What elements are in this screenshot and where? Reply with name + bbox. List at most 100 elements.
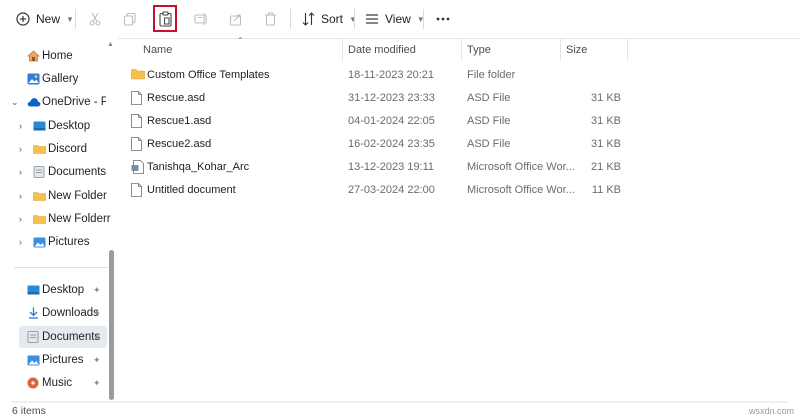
- view-list-icon: [366, 14, 378, 24]
- toolbar-divider: [423, 9, 424, 29]
- sidebar-item-label: Gallery: [42, 73, 79, 85]
- folder-icon: [33, 191, 46, 201]
- file-name: Custom Office Templates: [147, 69, 270, 81]
- sidebar-item-home[interactable]: Home: [0, 45, 108, 67]
- copy-button[interactable]: [123, 6, 137, 32]
- horizontal-scrollbar[interactable]: [12, 401, 788, 403]
- column-header-date[interactable]: Date modified: [348, 44, 416, 56]
- file-name: Rescue.asd: [147, 92, 206, 104]
- sidebar-item-label: Home: [42, 50, 73, 62]
- scroll-up-arrow-icon[interactable]: ▲: [107, 41, 114, 48]
- sidebar-item-desktop[interactable]: › Desktop: [0, 115, 108, 137]
- more-options-button[interactable]: [436, 6, 450, 32]
- pin-icon[interactable]: ✦: [93, 308, 101, 319]
- pictures-icon: [33, 237, 46, 248]
- home-icon: [27, 50, 40, 62]
- file-row[interactable]: Tanishqa_Kohar_Arc 13-12-2023 19:11 Micr…: [128, 156, 628, 179]
- sort-icon: [302, 12, 315, 26]
- chevron-right-icon[interactable]: ›: [19, 191, 22, 201]
- file-name: Rescue1.asd: [147, 115, 212, 127]
- column-divider[interactable]: [560, 39, 561, 61]
- file-date: 18-11-2023 20:21: [348, 69, 435, 81]
- file-size: 31 KB: [591, 92, 621, 104]
- music-icon: [27, 377, 39, 389]
- quick-access-documents[interactable]: Documents ✦: [19, 326, 107, 348]
- cut-button[interactable]: [88, 6, 102, 32]
- share-button[interactable]: [229, 6, 243, 32]
- pin-icon[interactable]: ✦: [93, 378, 101, 389]
- column-divider[interactable]: [342, 39, 343, 61]
- quick-access-desktop[interactable]: Desktop ✦: [0, 279, 108, 301]
- pin-icon[interactable]: ✦: [93, 355, 101, 366]
- sidebar-item-onedrive[interactable]: ⌄ OneDrive - Perso: [0, 91, 108, 113]
- file-date: 16-02-2024 23:35: [348, 138, 435, 150]
- sidebar-item-gallery[interactable]: Gallery: [0, 68, 108, 90]
- sidebar-item-label: New Folderr: [48, 213, 111, 225]
- column-divider[interactable]: [461, 39, 462, 61]
- file-size: 31 KB: [591, 138, 621, 150]
- file-type: ASD File: [467, 138, 511, 150]
- sidebar-item-label: Documents: [48, 166, 107, 178]
- sort-button[interactable]: Sort ▼: [302, 6, 357, 32]
- quick-access-music[interactable]: Music ✦: [0, 372, 108, 394]
- chevron-right-icon[interactable]: ›: [19, 167, 22, 177]
- file-row[interactable]: Rescue.asd 31-12-2023 23:33 ASD File 31 …: [128, 87, 628, 110]
- sidebar-item-label: Documents: [42, 331, 101, 343]
- file-row[interactable]: Rescue2.asd 16-02-2024 23:35 ASD File 31…: [128, 133, 628, 156]
- file-row[interactable]: Untitled document 27-03-2024 22:00 Micro…: [128, 179, 628, 202]
- toolbar-divider: [75, 9, 76, 29]
- more-dots-icon: [436, 17, 450, 21]
- file-icon: [131, 137, 142, 154]
- file-icon: [131, 183, 142, 200]
- chevron-right-icon[interactable]: ›: [19, 144, 22, 154]
- column-header-size[interactable]: Size: [566, 44, 587, 56]
- toolbar-divider: [354, 9, 355, 29]
- sidebar-item-label: New Folder: [48, 190, 107, 202]
- pin-icon[interactable]: ✦: [93, 332, 101, 343]
- file-size: 31 KB: [591, 115, 621, 127]
- pin-icon[interactable]: ✦: [93, 285, 101, 296]
- status-bar: 6 items wsxdn.com: [0, 404, 800, 419]
- sidebar-item-documents[interactable]: › Documents: [0, 161, 108, 183]
- sidebar-item-label: Downloads: [42, 307, 99, 319]
- delete-button[interactable]: [264, 6, 277, 32]
- desktop-folder-icon: [27, 285, 40, 295]
- chevron-down-icon[interactable]: ⌄: [11, 97, 19, 108]
- sidebar-item-label: Desktop: [42, 284, 85, 296]
- paste-highlight-box: [153, 5, 177, 32]
- new-label: New: [36, 12, 61, 26]
- column-header-name[interactable]: Name: [143, 44, 172, 56]
- share-icon: [229, 14, 242, 26]
- sidebar-item-new-folderr[interactable]: › New Folderr: [0, 208, 111, 230]
- desktop-folder-icon: [33, 121, 46, 131]
- sort-label: Sort: [321, 12, 344, 26]
- view-button[interactable]: View ▼: [365, 6, 425, 32]
- sidebar-divider: [14, 267, 108, 268]
- item-count: 6 items: [12, 405, 46, 417]
- toolbar-divider: [290, 9, 291, 29]
- file-row[interactable]: Custom Office Templates 18-11-2023 20:21…: [128, 64, 628, 87]
- sidebar-item-pictures[interactable]: › Pictures: [0, 231, 108, 253]
- chevron-right-icon[interactable]: ›: [19, 237, 22, 247]
- file-name: Rescue2.asd: [147, 138, 212, 150]
- file-icon: [131, 91, 142, 108]
- rename-icon: [194, 13, 207, 25]
- sidebar-item-new-folder[interactable]: › New Folder: [0, 185, 108, 207]
- file-type: ASD File: [467, 92, 511, 104]
- column-divider[interactable]: [627, 39, 628, 61]
- cloud-icon: [27, 97, 41, 107]
- chevron-right-icon[interactable]: ›: [19, 121, 22, 131]
- sidebar-item-discord[interactable]: › Discord: [0, 138, 108, 160]
- quick-access-pictures[interactable]: Pictures ✦: [0, 349, 108, 371]
- copy-icon: [123, 12, 136, 26]
- documents-icon: [33, 166, 45, 178]
- file-row[interactable]: Rescue1.asd 04-01-2024 22:05 ASD File 31…: [128, 110, 628, 133]
- new-button[interactable]: New ▼: [16, 6, 74, 32]
- rename-button[interactable]: [194, 6, 208, 32]
- sidebar-scrollbar-thumb[interactable]: [109, 250, 114, 400]
- chevron-right-icon[interactable]: ›: [19, 214, 22, 224]
- sidebar-item-label: Pictures: [42, 354, 84, 366]
- quick-access-downloads[interactable]: Downloads ✦: [0, 302, 108, 324]
- trash-icon: [265, 12, 276, 26]
- column-header-type[interactable]: Type: [467, 44, 491, 56]
